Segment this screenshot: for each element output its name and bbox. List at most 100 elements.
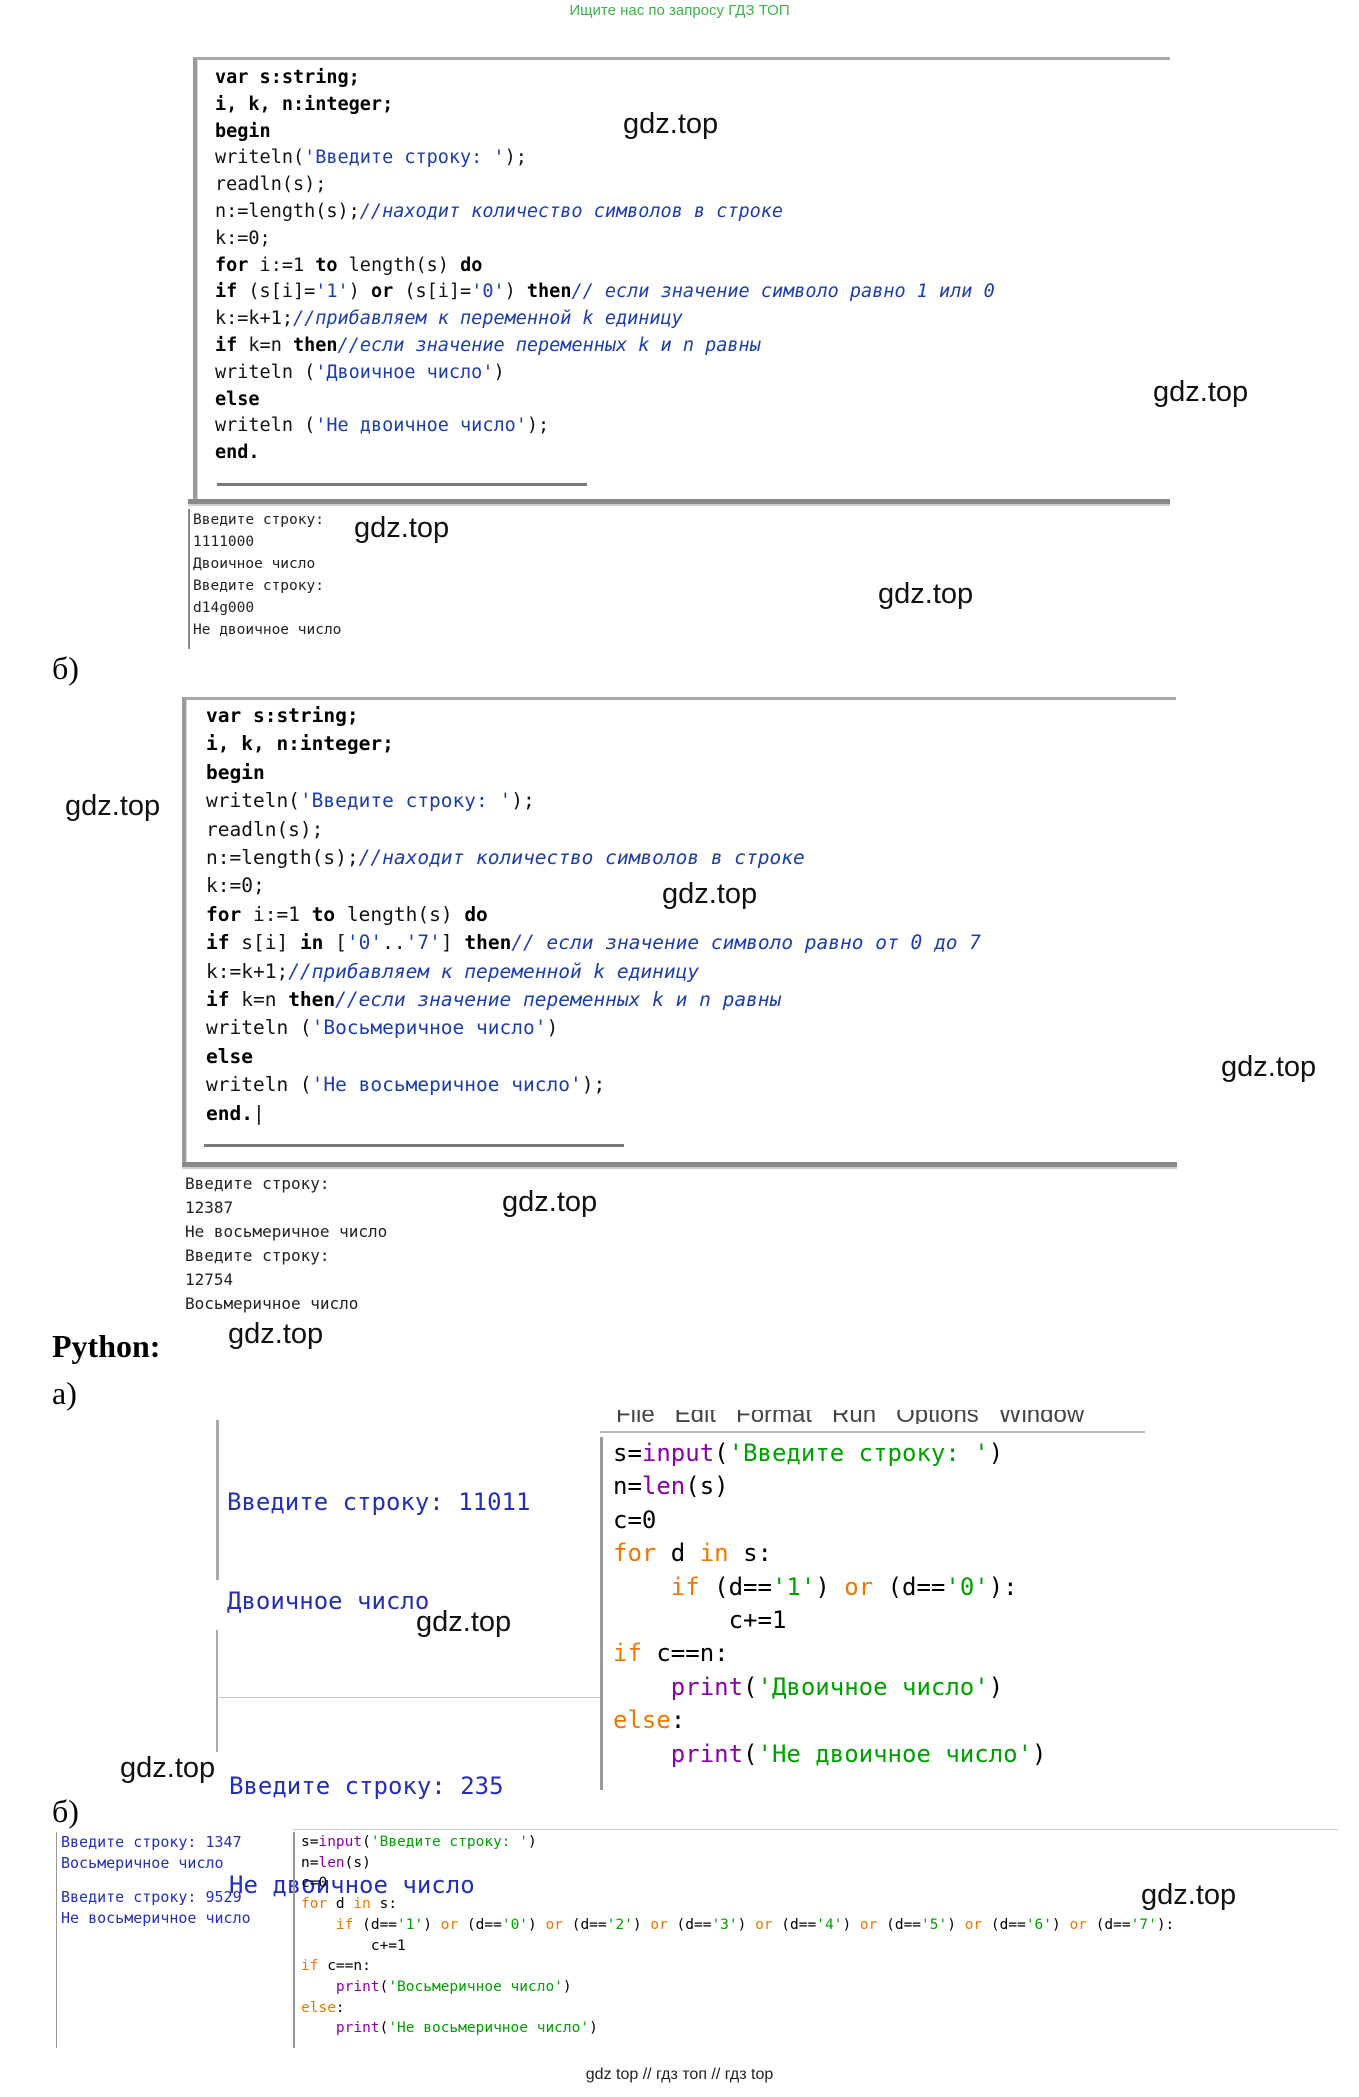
code-token: or (545, 1916, 563, 1933)
code-token: '1' (315, 281, 349, 303)
code-line: n:=length(s);//находит количество символ… (206, 844, 981, 872)
code-token: k=n (237, 334, 293, 356)
watermark: gdz.top (416, 1606, 512, 1638)
code-token: else (215, 388, 260, 410)
code-token: ) (528, 1834, 537, 1850)
section-label-b2: б) (52, 1793, 79, 1829)
code-token: n= (301, 1854, 319, 1871)
code-token: ( (714, 1439, 729, 1467)
code-token: length(s) (335, 902, 465, 926)
code-token: n:=length(s); (215, 200, 360, 222)
code-line: writeln ('Не двоичное число'); (215, 413, 995, 440)
code-token: 'Не двоичное число' (315, 415, 527, 437)
code-token: 'Введите строку: ' (299, 789, 512, 813)
watermark: gdz.top (1153, 376, 1249, 408)
editor-menu-bar[interactable]: File Edit Format Run Options Window (616, 1410, 1146, 1424)
code-token: or (844, 1572, 874, 1601)
code-line: if s[i] in ['0'..'7'] then// если значен… (206, 929, 981, 957)
code-token: (d== (667, 1916, 712, 1933)
code-line: else (206, 1043, 981, 1071)
code-line: n=len(s) (613, 1470, 1158, 1503)
code-line: for i:=1 to length(s) do (206, 901, 981, 929)
code-token: //находит количество символов в строке (359, 200, 784, 222)
code-token: or (859, 1916, 878, 1933)
code-line: readln(s); (215, 172, 995, 199)
code-token: print (335, 1978, 380, 1995)
code-line: n=len(s) (301, 1853, 1346, 1874)
code-line: print('Двоичное число') (613, 1671, 1158, 1704)
shell-border (56, 1960, 57, 2048)
code-token: | (252, 1101, 265, 1125)
code-token: else (613, 1706, 671, 1735)
code-token: i, k, n:integer; (215, 93, 394, 115)
code-token: 'Введите строку: ' (304, 147, 505, 169)
code-token: readln(s); (206, 817, 324, 841)
output-line: Введите строку: (193, 578, 324, 594)
pascal-code-a: var s:string; i, k, n:integer; begin writel… (215, 65, 995, 467)
code-line: var s:string; (215, 65, 995, 92)
output-line: d14g000 (193, 600, 255, 616)
code-line: else: (301, 1998, 1346, 2019)
scrollbar[interactable] (204, 1144, 624, 1147)
code-token: ] (440, 931, 465, 955)
shell-line: Двоичное число (227, 1587, 430, 1615)
output-line: Не двоичное число (193, 622, 342, 638)
code-token: for (301, 1896, 328, 1913)
section-label-python: Python: (52, 1328, 161, 1364)
code-line: writeln ('Двоичное число') (215, 360, 995, 387)
code-token: ) (493, 361, 505, 383)
code-line: end. (215, 440, 995, 467)
code-token: if (206, 931, 230, 955)
code-token: then (526, 281, 572, 303)
code-line: s=input('Введите строку: ') (301, 1832, 1346, 1853)
code-token: '0' (346, 931, 383, 955)
code-token: do (460, 254, 483, 276)
python-editor-b: s=input('Введите строку: ') n=len(s) c=0 fo… (293, 1832, 1346, 2048)
code-token: if (301, 1958, 319, 1975)
code-token: (d== (1086, 1916, 1131, 1933)
code-token: ); (511, 789, 535, 813)
code-line: c+=1 (613, 1604, 1158, 1637)
code-token: i:=1 (248, 254, 316, 276)
code-token: ); (581, 1073, 606, 1097)
scrollbar[interactable] (217, 483, 587, 486)
code-token: 'Двоичное число' (757, 1672, 989, 1701)
code-token: ) (1032, 1739, 1047, 1768)
code-token: ( (743, 1739, 758, 1768)
watermark: gdz.top (228, 1318, 324, 1350)
code-token: '6' (1025, 1916, 1053, 1933)
code-token: i, k, n:integer; (206, 732, 394, 756)
code-token: s: (728, 1539, 772, 1568)
code-token: '3' (711, 1916, 738, 1933)
code-token: readln(s); (215, 174, 327, 196)
code-token: in (299, 931, 324, 955)
code-token: ) (815, 1572, 845, 1601)
code-token: print (670, 1739, 744, 1768)
code-token: // если значение символо равно от 0 до 7 (511, 931, 981, 955)
code-token: '1' (771, 1572, 816, 1601)
pascal-code-b: var s:string; i, k, n:integer; begin writel… (206, 702, 981, 1128)
code-token: 'Не восьмеричное число' (388, 2020, 590, 2037)
code-token: writeln ( (206, 1016, 312, 1040)
code-token: if (206, 988, 230, 1012)
code-token: (d== (562, 1916, 607, 1933)
code-token: '0' (471, 281, 505, 303)
shell-line: Введите строку: 235 (229, 1772, 504, 1800)
output-line: Введите строку: 1347 (61, 1833, 242, 1851)
code-token: ) (423, 1916, 441, 1933)
code-token: 'Не двоичное число' (757, 1739, 1033, 1768)
code-token: ( (379, 2020, 389, 2037)
code-token: var s:string; (215, 67, 360, 88)
code-token: then (464, 931, 512, 955)
shell-line: Введите строку: 11011 (227, 1488, 531, 1516)
code-token: (d== (458, 1916, 502, 1933)
watermark: gdz.top (502, 1186, 598, 1218)
code-line: print('Не восьмеричное число') (301, 2018, 1346, 2039)
output-line: Не восьмеричное число (185, 1222, 388, 1241)
code-token: end. (215, 442, 260, 464)
code-token: if (670, 1572, 700, 1601)
code-token: or (650, 1916, 668, 1933)
